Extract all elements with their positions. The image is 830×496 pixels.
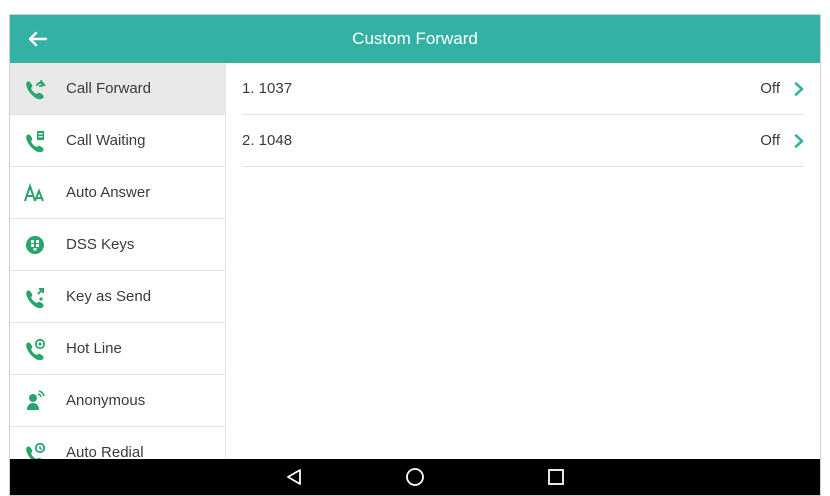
list-item[interactable]: 2. 1048 Off <box>242 115 804 167</box>
sidebar-item-anonymous[interactable]: Anonymous <box>10 375 225 427</box>
recent-square-icon[interactable] <box>541 462 571 492</box>
chevron-right-icon <box>794 81 804 96</box>
page-title: Custom Forward <box>352 29 478 48</box>
list-item[interactable]: 1. 1037 Off <box>242 63 804 115</box>
back-arrow-icon[interactable] <box>22 24 52 54</box>
row-right: Off <box>760 132 804 149</box>
sidebar-item-call-forward[interactable]: Call Forward <box>10 63 225 115</box>
phone-screen: Custom Forward Call Forward Call Waiting <box>9 14 821 496</box>
back-triangle-icon[interactable] <box>279 462 309 492</box>
sidebar-item-label: Auto Answer <box>66 184 151 201</box>
sidebar-item-label: DSS Keys <box>66 236 135 253</box>
sidebar-item-label: Call Forward <box>66 80 152 97</box>
home-circle-icon[interactable] <box>400 462 430 492</box>
call-forward-icon <box>24 78 46 100</box>
android-nav-bar <box>10 459 820 495</box>
sidebar-item-auto-answer[interactable]: Auto Answer <box>10 167 225 219</box>
device-frame: Custom Forward Call Forward Call Waiting <box>0 0 830 496</box>
hot-line-icon <box>24 338 46 360</box>
anonymous-icon <box>24 389 46 412</box>
sidebar-item-label: Anonymous <box>66 392 146 409</box>
sidebar-item-label: Call Waiting <box>66 132 146 149</box>
settings-sidebar: Call Forward Call Waiting Auto Answer DS… <box>10 63 226 461</box>
account-name: 2. 1048 <box>242 132 293 149</box>
key-as-send-icon <box>24 286 46 308</box>
chevron-right-icon <box>794 133 804 148</box>
dss-keys-icon <box>24 234 46 256</box>
call-waiting-icon <box>24 130 46 152</box>
sidebar-item-auto-redial[interactable]: Auto Redial <box>10 427 225 461</box>
sidebar-item-hot-line[interactable]: Hot Line <box>10 323 225 375</box>
sidebar-item-dss-keys[interactable]: DSS Keys <box>10 219 225 271</box>
forward-list: 1. 1037 Off 2. 1048 Off <box>226 63 820 461</box>
status-value: Off <box>760 132 780 149</box>
sidebar-item-call-waiting[interactable]: Call Waiting <box>10 115 225 167</box>
row-right: Off <box>760 80 804 97</box>
auto-answer-icon <box>24 182 46 204</box>
sidebar-item-key-as-send[interactable]: Key as Send <box>10 271 225 323</box>
title-bar: Custom Forward <box>10 15 820 63</box>
account-name: 1. 1037 <box>242 80 293 97</box>
status-value: Off <box>760 80 780 97</box>
sidebar-item-label: Hot Line <box>66 340 122 357</box>
sidebar-item-label: Key as Send <box>66 288 152 305</box>
